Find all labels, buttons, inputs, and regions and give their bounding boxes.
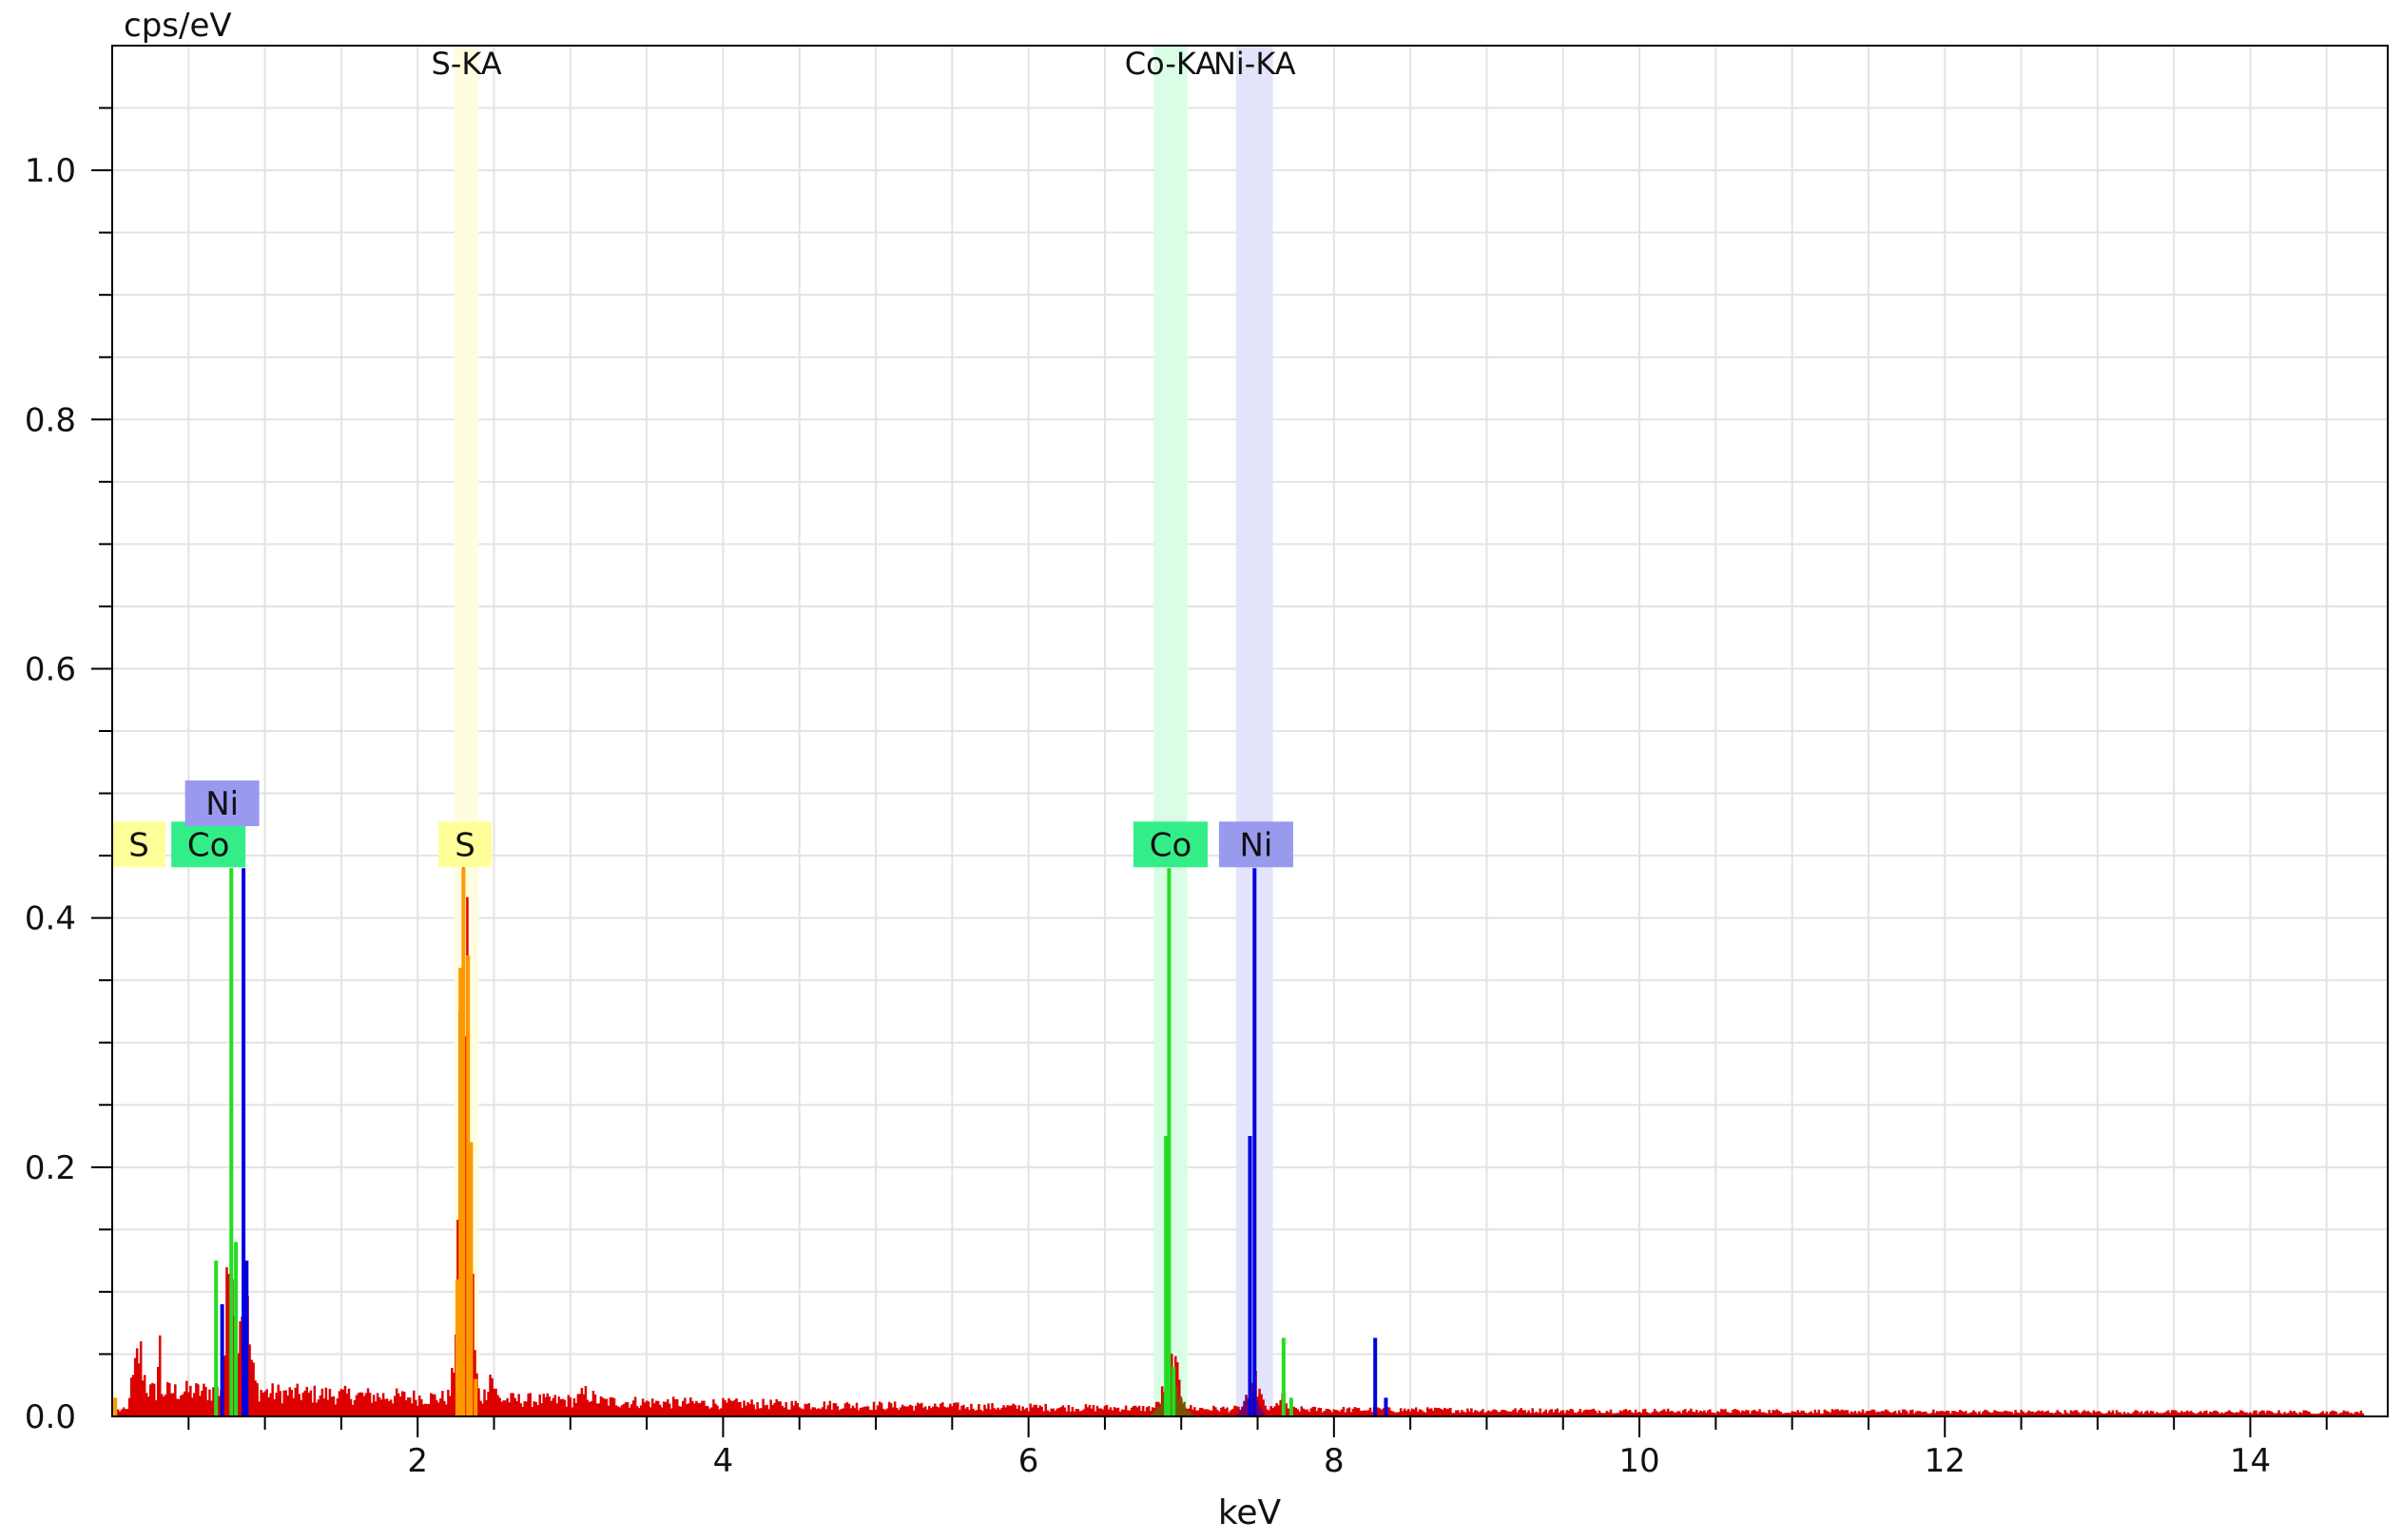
x-tick-label: 10	[1618, 1442, 1659, 1480]
element-marker-label: S	[128, 826, 149, 864]
x-tick-label: 8	[1324, 1442, 1345, 1480]
element-marker-label: Ni	[1239, 826, 1272, 864]
element-marker-label: Ni	[205, 785, 239, 823]
element-band-label: Ni-KA	[1213, 46, 1296, 82]
y-axis-label: cps/eV	[124, 7, 232, 45]
x-tick-label: 2	[407, 1442, 428, 1480]
element-marker-co: Co	[1133, 821, 1208, 867]
eds-spectrum-chart: SCoNiSCoNi S-KACo-KANi-KA 24681012140.00…	[0, 0, 2402, 1535]
x-tick-label: 12	[1925, 1442, 1966, 1480]
y-tick-label: 0.8	[25, 401, 76, 439]
element-marker-label: Co	[187, 826, 230, 864]
element-marker-ni: Ni	[185, 780, 260, 826]
y-tick-label: 0.6	[25, 650, 76, 688]
y-tick-label: 0.0	[25, 1398, 76, 1436]
element-marker-s: S	[438, 821, 492, 867]
x-axis-label: keV	[1218, 1493, 1282, 1532]
element-marker-co: Co	[171, 821, 245, 867]
x-tick-label: 6	[1018, 1442, 1039, 1480]
element-marker-label: S	[455, 826, 475, 864]
y-tick-label: 1.0	[25, 152, 76, 190]
y-tick-label: 0.4	[25, 900, 76, 938]
element-band-label: Co-KA	[1125, 46, 1216, 82]
element-marker-ni: Ni	[1219, 821, 1293, 867]
x-tick-label: 14	[2230, 1442, 2271, 1480]
element-marker-s: S	[112, 821, 165, 867]
element-band-label: S-KA	[432, 46, 502, 82]
y-tick-label: 0.2	[25, 1149, 76, 1187]
spectrum-plot: SCoNiSCoNi S-KACo-KANi-KA 24681012140.00…	[0, 0, 2402, 1535]
element-marker-label: Co	[1150, 826, 1192, 864]
x-tick-label: 4	[713, 1442, 734, 1480]
